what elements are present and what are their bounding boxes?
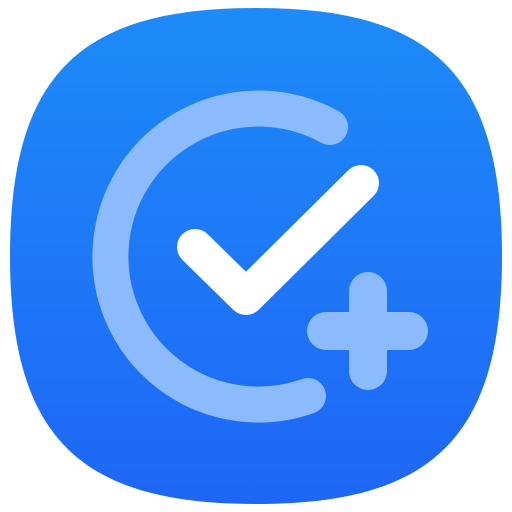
app-icon[interactable] <box>0 0 512 512</box>
icon-background <box>10 8 502 504</box>
app-icon-svg <box>10 8 502 504</box>
